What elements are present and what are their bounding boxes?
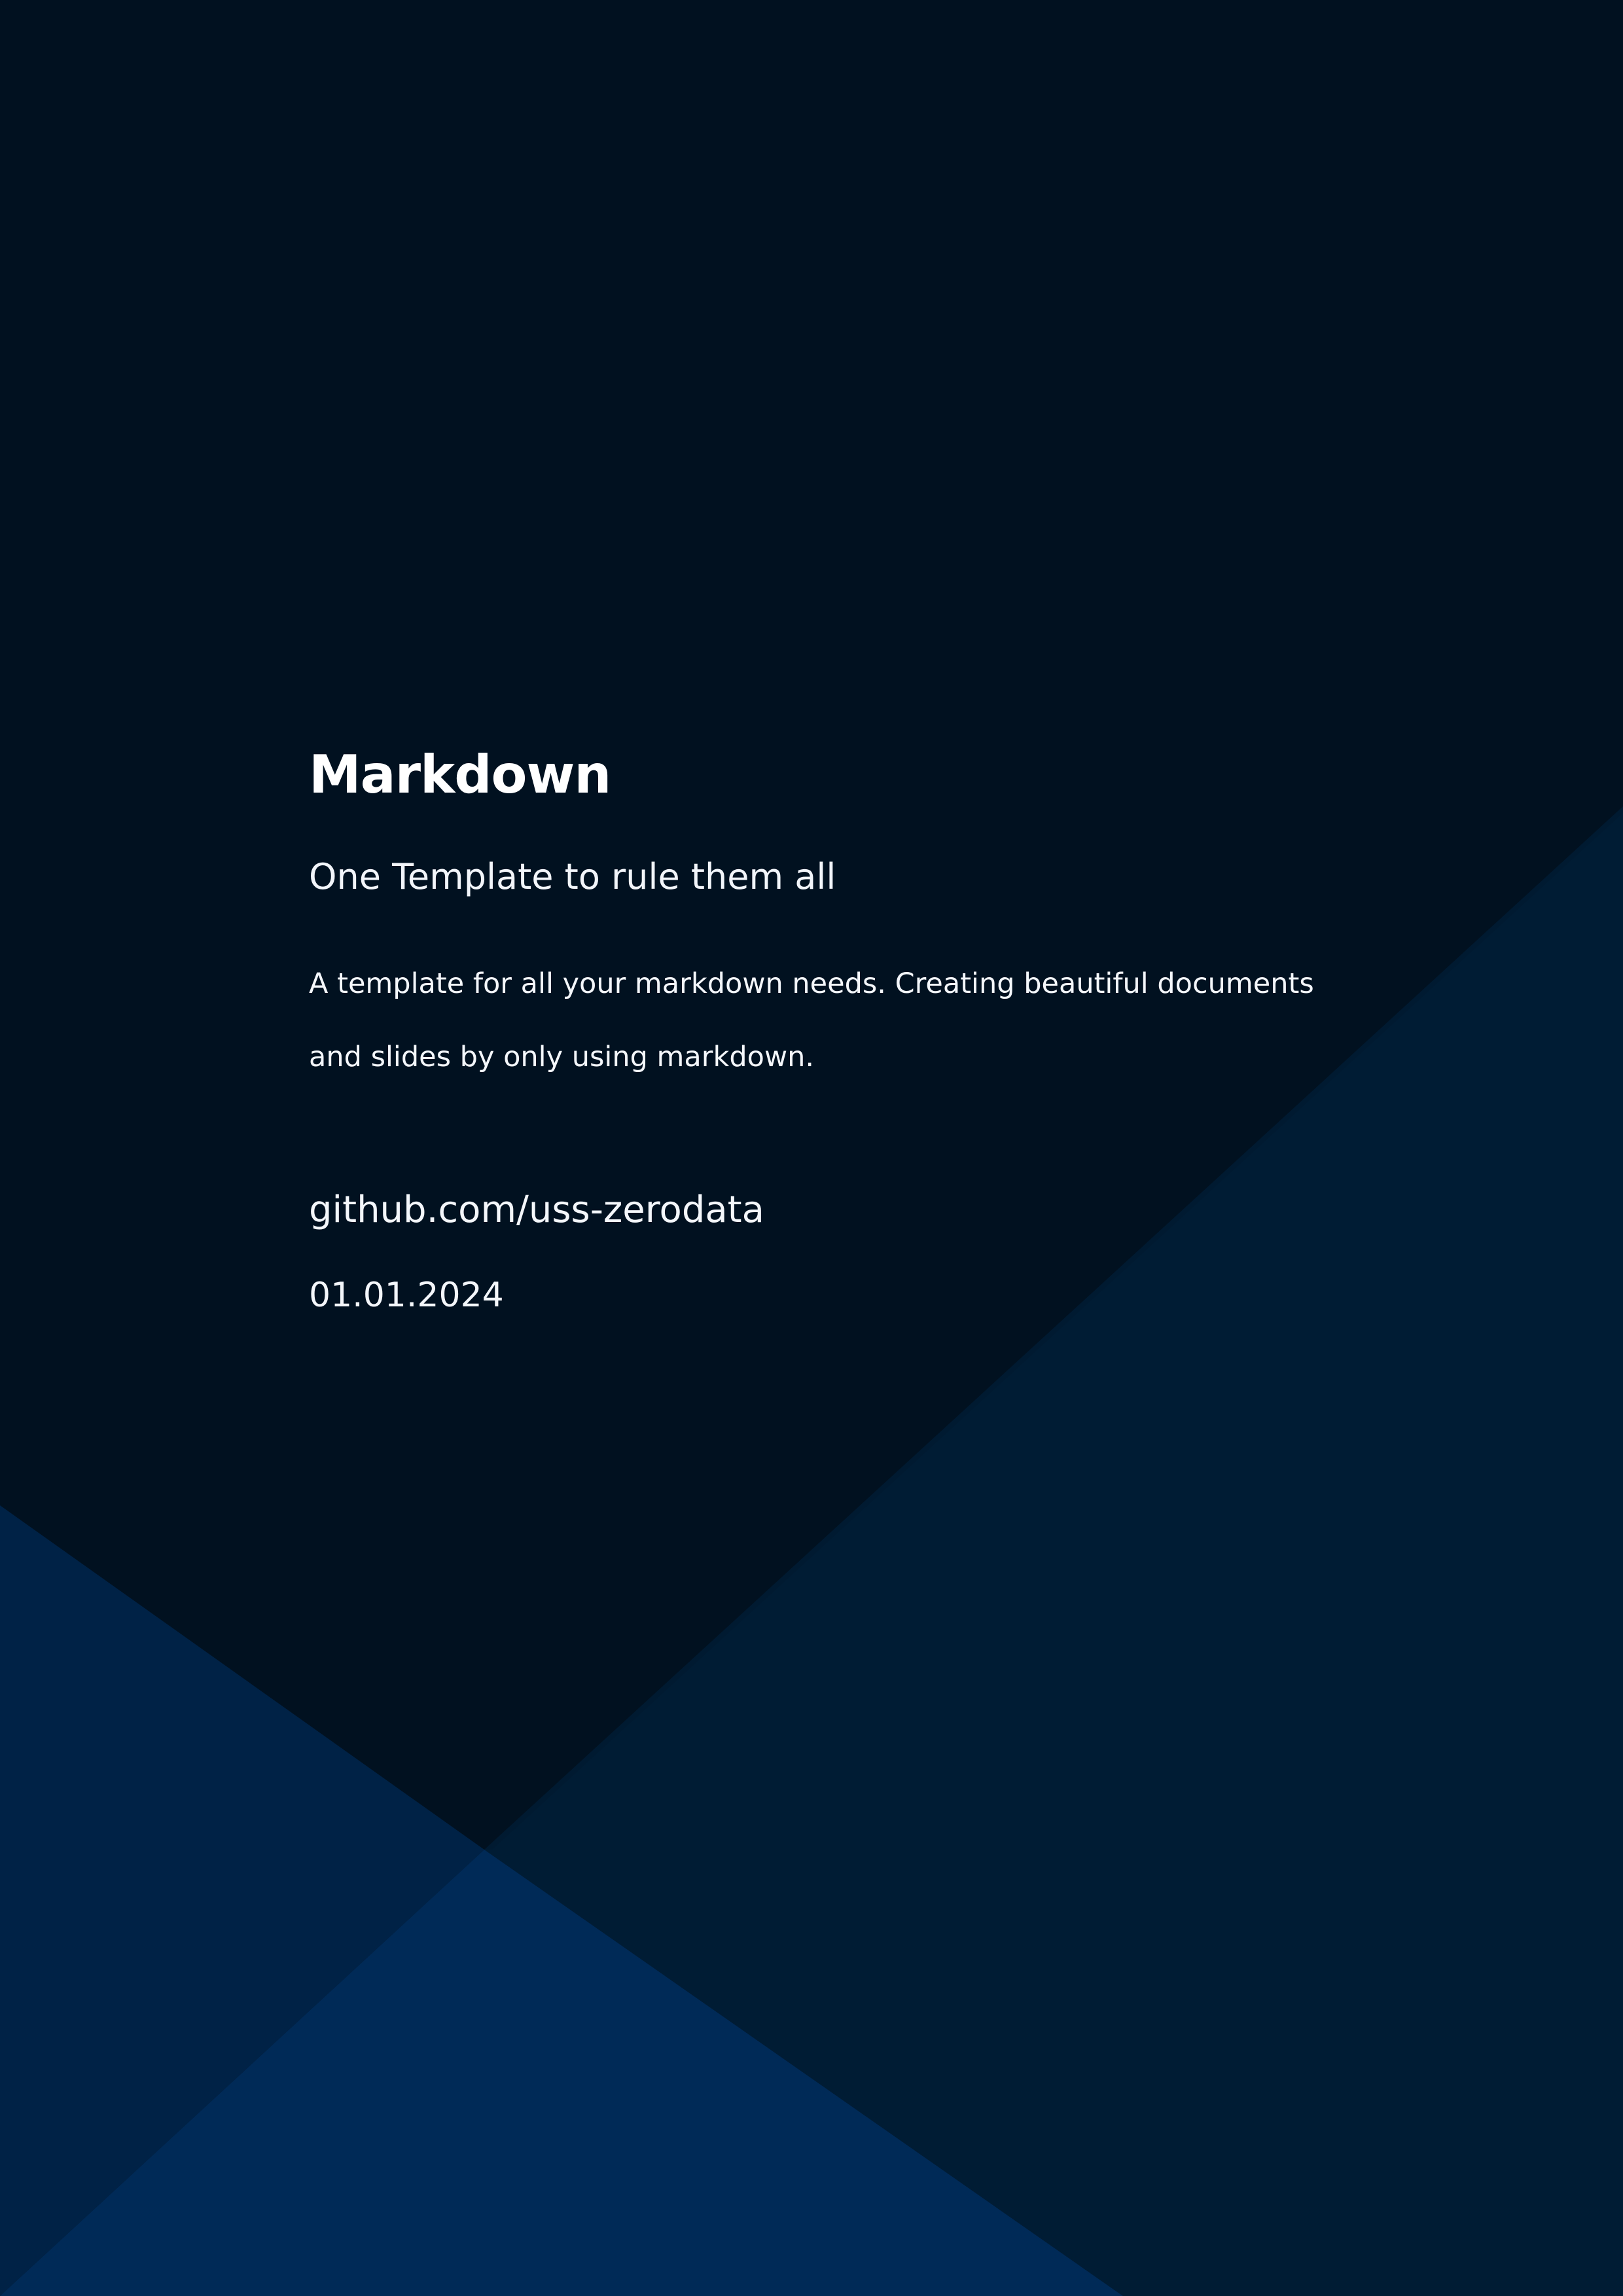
document-title: Markdown	[309, 744, 611, 805]
cover-page: Markdown One Template to rule them all A…	[0, 0, 1623, 2296]
document-subtitle: One Template to rule them all	[309, 856, 836, 897]
document-date: 01.01.2024	[309, 1275, 504, 1315]
document-description: A template for all your markdown needs. …	[309, 967, 1314, 1073]
cover-content: Markdown One Template to rule them all A…	[309, 746, 1330, 1316]
github-link[interactable]: github.com/uss-zerodata	[309, 1188, 764, 1232]
